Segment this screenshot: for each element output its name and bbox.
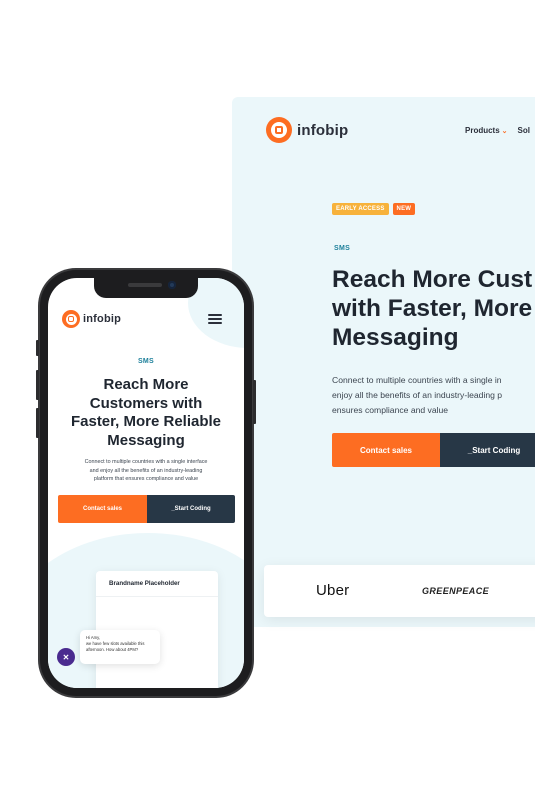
speaker-grille <box>128 283 162 287</box>
infobip-logo-icon <box>62 310 80 328</box>
greenpeace-logo: GREENPEACE <box>422 586 490 596</box>
desktop-logo-text: infobip <box>297 121 349 139</box>
phone-volume-down <box>36 408 39 438</box>
customer-logos-card: Uber GREENPEACE <box>264 565 535 617</box>
phone-volume-up <box>36 370 39 400</box>
phone-frame: infobip SMS Reach More Customers with Fa… <box>36 270 256 696</box>
chevron-down-icon: ⌄ <box>501 128 508 135</box>
front-camera <box>168 281 176 289</box>
desktop-eyebrow: SMS <box>334 245 351 252</box>
phone-mute-switch <box>36 340 39 356</box>
desktop-nav: Products ⌄ Sol <box>465 126 530 135</box>
mobile-cta-group: Contact sales _Start Coding <box>58 495 235 523</box>
new-badge: NEW <box>392 203 416 215</box>
desktop-body-text: Connect to multiple countries with a sin… <box>332 375 503 415</box>
early-access-badge: EARLY ACCESS <box>332 203 389 215</box>
mobile-contact-sales-button[interactable]: Contact sales <box>58 495 147 523</box>
phone-power-button <box>253 380 256 424</box>
chat-bubble: Hi Amy, we have few slots available this… <box>80 630 160 664</box>
infobip-logo-icon <box>266 117 292 143</box>
mobile-start-coding-button[interactable]: _Start Coding <box>147 495 235 523</box>
desktop-headline: Reach More Cust with Faster, More Messag… <box>332 266 533 351</box>
nav-item-solutions[interactable]: Sol <box>518 126 530 135</box>
desktop-lower-section <box>232 627 535 657</box>
contact-sales-button[interactable]: Contact sales <box>332 433 440 467</box>
mobile-body-text: Connect to multiple countries with a sin… <box>84 459 208 482</box>
desktop-logo[interactable]: infobip <box>266 117 348 143</box>
start-coding-button[interactable]: _Start Coding <box>440 433 535 467</box>
mobile-logo-text: infobip <box>83 313 122 325</box>
x-logo-icon: ✕ <box>57 648 75 666</box>
phone-screen: infobip SMS Reach More Customers with Fa… <box>48 278 244 688</box>
mobile-logo[interactable]: infobip <box>62 310 121 328</box>
mobile-eyebrow: SMS <box>137 358 155 365</box>
uber-logo: Uber <box>316 582 350 599</box>
nav-item-products-label: Products <box>465 126 500 135</box>
hamburger-icon[interactable] <box>208 314 222 324</box>
mobile-headline: Reach More Customers with Faster, More R… <box>70 376 222 449</box>
desktop-cta-group: Contact sales _Start Coding <box>332 433 535 467</box>
brand-card-title: Brandname Placeholder <box>96 571 218 597</box>
nav-item-products[interactable]: Products ⌄ <box>465 126 508 135</box>
desktop-badges: EARLY ACCESS NEW <box>332 203 416 215</box>
phone-notch <box>94 278 198 298</box>
